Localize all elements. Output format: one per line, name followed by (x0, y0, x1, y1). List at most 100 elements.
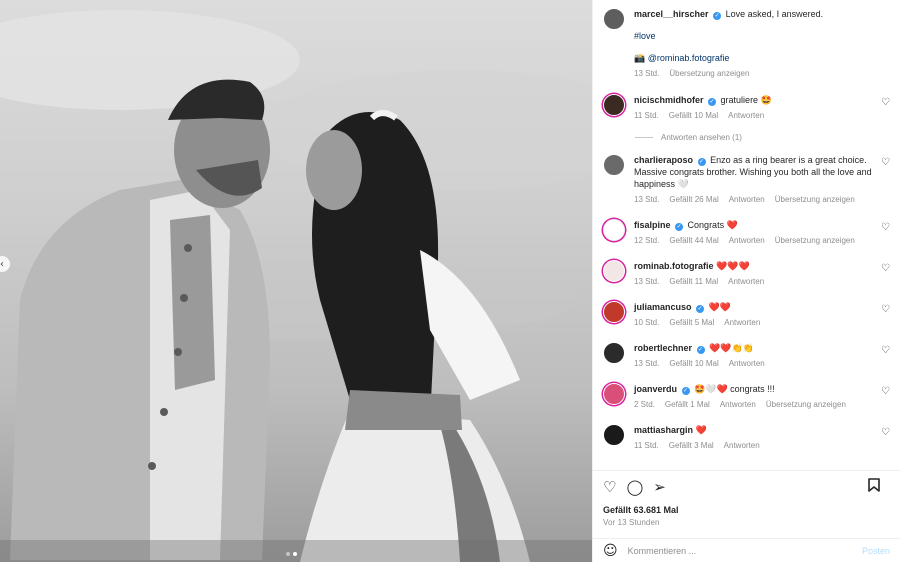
comment-item: joanverdu ✓ 🤩🤍❤️ congrats !!! 2 Std. Gef… (603, 383, 890, 411)
comment-text: ❤️ (695, 425, 707, 435)
comment-likes[interactable]: Gefällt 11 Mal (669, 276, 718, 288)
comment-time: 10 Std. (634, 318, 660, 327)
comment-translate[interactable]: Übersetzung anzeigen (766, 399, 846, 411)
post-photo[interactable]: ‹ (0, 0, 592, 562)
comment-text: 🤩🤍❤️ congrats !!! (694, 384, 775, 394)
photo-credit-line: 📸 @rominab.fotografie (634, 52, 872, 64)
comment-likes[interactable]: Gefällt 5 Mal (669, 317, 714, 329)
comment-like-heart-icon[interactable]: ♡ (881, 427, 890, 438)
heart-icon[interactable]: ♡ (603, 479, 616, 495)
reply-button[interactable]: Antworten (724, 440, 760, 452)
carousel-dot (286, 552, 290, 556)
comment-item: rominab.fotografie ❤️❤️❤️ 13 Std. Gefäll… (603, 260, 890, 288)
author-avatar[interactable] (603, 8, 625, 30)
comment-item: juliamancuso ✓ ❤️❤️ 10 Std. Gefällt 5 Ma… (603, 301, 890, 329)
post-caption: marcel__hirscher ✓ Love asked, I answere… (603, 8, 890, 80)
reply-button[interactable]: Antworten (729, 358, 765, 370)
commenter-avatar[interactable] (603, 154, 625, 176)
verified-badge-icon: ✓ (697, 158, 706, 166)
reply-button[interactable]: Antworten (724, 317, 760, 329)
commenter-avatar[interactable] (603, 94, 625, 116)
action-buttons: ♡ ◯ ➢ (603, 478, 890, 496)
reply-button[interactable]: Antworten (728, 110, 764, 122)
commenter-avatar[interactable] (603, 219, 625, 241)
caption-translate[interactable]: Übersetzung anzeigen (669, 68, 749, 80)
commenter-avatar[interactable] (603, 424, 625, 446)
comment-time: 11 Std. (634, 111, 659, 120)
hashtag-link[interactable]: #love (634, 30, 872, 42)
verified-badge-icon: ✓ (681, 387, 690, 395)
comment-time: 13 Std. (634, 277, 660, 286)
commenter-username[interactable]: robertlechner (634, 343, 692, 353)
comment-meta: 2 Std. Gefällt 1 Mal Antworten Übersetzu… (634, 399, 872, 411)
comment-likes[interactable]: Gefällt 26 Mal (669, 194, 718, 206)
comment-body: juliamancuso ✓ ❤️❤️ 10 Std. Gefällt 5 Ma… (634, 301, 890, 329)
comments-scroll[interactable]: marcel__hirscher ✓ Love asked, I answere… (593, 0, 900, 470)
comment-text: gratuliere 🤩 (720, 95, 772, 105)
comment-translate[interactable]: Übersetzung anzeigen (775, 194, 855, 206)
commenter-username[interactable]: charlieraposo (634, 155, 693, 165)
caption-meta: 13 Std. Übersetzung anzeigen (634, 68, 872, 80)
comment-like-heart-icon[interactable]: ♡ (881, 345, 890, 356)
comment-translate[interactable]: Übersetzung anzeigen (775, 235, 855, 247)
comment-time: 13 Std. (634, 359, 660, 368)
commenter-username[interactable]: rominab.fotografie (634, 261, 714, 271)
paper-plane-icon[interactable]: ➢ (653, 479, 666, 495)
likes-count[interactable]: Gefällt 63.681 Mal (603, 505, 890, 515)
comment-likes[interactable]: Gefällt 10 Mal (669, 110, 718, 122)
comment-item: charlieraposo ✓ Enzo as a ring bearer is… (603, 154, 890, 206)
comment-like-heart-icon[interactable]: ♡ (881, 263, 890, 274)
carousel-dot-active (293, 552, 297, 556)
commenter-username[interactable]: nicischmidhofer (634, 95, 704, 105)
comment-likes[interactable]: Gefällt 44 Mal (669, 235, 718, 247)
comment-composer: ☺ Posten (593, 538, 900, 562)
comment-time: 12 Std. (634, 236, 660, 245)
comment-text: ❤️❤️👏👏 (709, 343, 754, 353)
reply-button[interactable]: Antworten (729, 235, 765, 247)
comment-body: rominab.fotografie ❤️❤️❤️ 13 Std. Gefäll… (634, 260, 890, 288)
bookmark-icon[interactable] (868, 478, 880, 496)
comment-icon[interactable]: ◯ (626, 479, 643, 495)
emoji-icon[interactable]: ☺ (603, 543, 618, 559)
commenter-avatar[interactable] (603, 342, 625, 364)
reply-button[interactable]: Antworten (728, 276, 764, 288)
reply-button[interactable]: Antworten (729, 194, 765, 206)
view-replies[interactable]: Antworten ansehen (1) (635, 133, 890, 142)
commenter-username[interactable]: joanverdu (634, 384, 677, 394)
caption-time: 13 Std. (634, 69, 660, 78)
comment-likes[interactable]: Gefällt 10 Mal (669, 358, 718, 370)
comment-like-heart-icon[interactable]: ♡ (881, 304, 890, 315)
comment-time: 11 Std. (634, 441, 659, 450)
comment-like-heart-icon[interactable]: ♡ (881, 157, 890, 168)
commenter-username[interactable]: mattiashargin (634, 425, 693, 435)
comment-body: mattiashargin ❤️ 11 Std. Gefällt 3 Mal A… (634, 424, 890, 452)
comment-likes[interactable]: Gefällt 1 Mal (665, 399, 710, 411)
view-replies-label[interactable]: Antworten ansehen (1) (661, 133, 742, 142)
replies-line (635, 137, 653, 138)
author-username[interactable]: marcel__hirscher (634, 9, 709, 19)
verified-badge-icon: ✓ (708, 98, 717, 106)
comment-text: ❤️❤️❤️ (716, 261, 750, 271)
comment-body: charlieraposo ✓ Enzo as a ring bearer is… (634, 154, 890, 206)
comment-like-heart-icon[interactable]: ♡ (881, 222, 890, 233)
caption-text: Love asked, I answered. (725, 9, 824, 19)
camera-icon: 📸 (634, 53, 646, 63)
commenter-avatar[interactable] (603, 260, 625, 282)
comment-meta: 12 Std. Gefällt 44 Mal Antworten Überset… (634, 235, 872, 247)
post-modal: ‹ marcel__hirscher ✓ Love asked, I answe… (0, 0, 900, 562)
comment-input[interactable] (627, 545, 862, 556)
comment-meta: 11 Std. Gefällt 3 Mal Antworten (634, 440, 872, 452)
comment-body: robertlechner ✓ ❤️❤️👏👏 13 Std. Gefällt 1… (634, 342, 890, 370)
comment-meta: 13 Std. Gefällt 26 Mal Antworten Überset… (634, 194, 872, 206)
commenter-avatar[interactable] (603, 383, 625, 405)
comment-likes[interactable]: Gefällt 3 Mal (669, 440, 714, 452)
post-button[interactable]: Posten (862, 546, 890, 556)
comment-like-heart-icon[interactable]: ♡ (881, 386, 890, 397)
comment-time: 13 Std. (634, 195, 660, 204)
commenter-avatar[interactable] (603, 301, 625, 323)
commenter-username[interactable]: fisalpine (634, 220, 671, 230)
photo-credit-link[interactable]: @rominab.fotografie (648, 53, 730, 63)
comment-like-heart-icon[interactable]: ♡ (881, 97, 890, 108)
commenter-username[interactable]: juliamancuso (634, 302, 692, 312)
reply-button[interactable]: Antworten (720, 399, 756, 411)
